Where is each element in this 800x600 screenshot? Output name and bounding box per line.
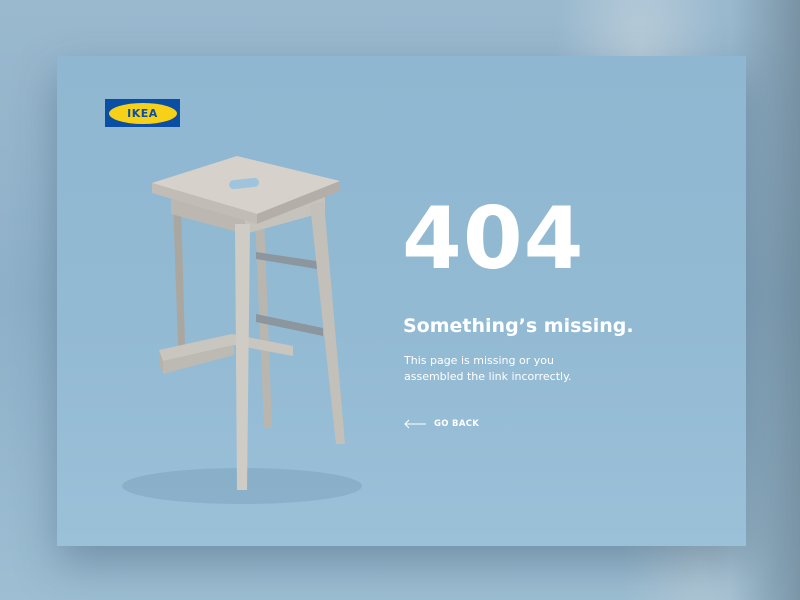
error-title: Something’s missing. <box>403 315 634 337</box>
error-description: This page is missing or you assembled th… <box>404 353 604 385</box>
description-line: assembled the link incorrectly. <box>404 370 572 383</box>
arrow-left-icon <box>404 419 426 429</box>
error-page-card: IKEA 404 Something’s missing. This page … <box>57 56 746 546</box>
description-line: This page is missing or you <box>404 354 554 367</box>
go-back-label: GO BACK <box>434 419 480 429</box>
go-back-link[interactable]: GO BACK <box>404 417 479 431</box>
error-code: 404 <box>402 189 585 289</box>
stool-icon <box>122 156 362 504</box>
